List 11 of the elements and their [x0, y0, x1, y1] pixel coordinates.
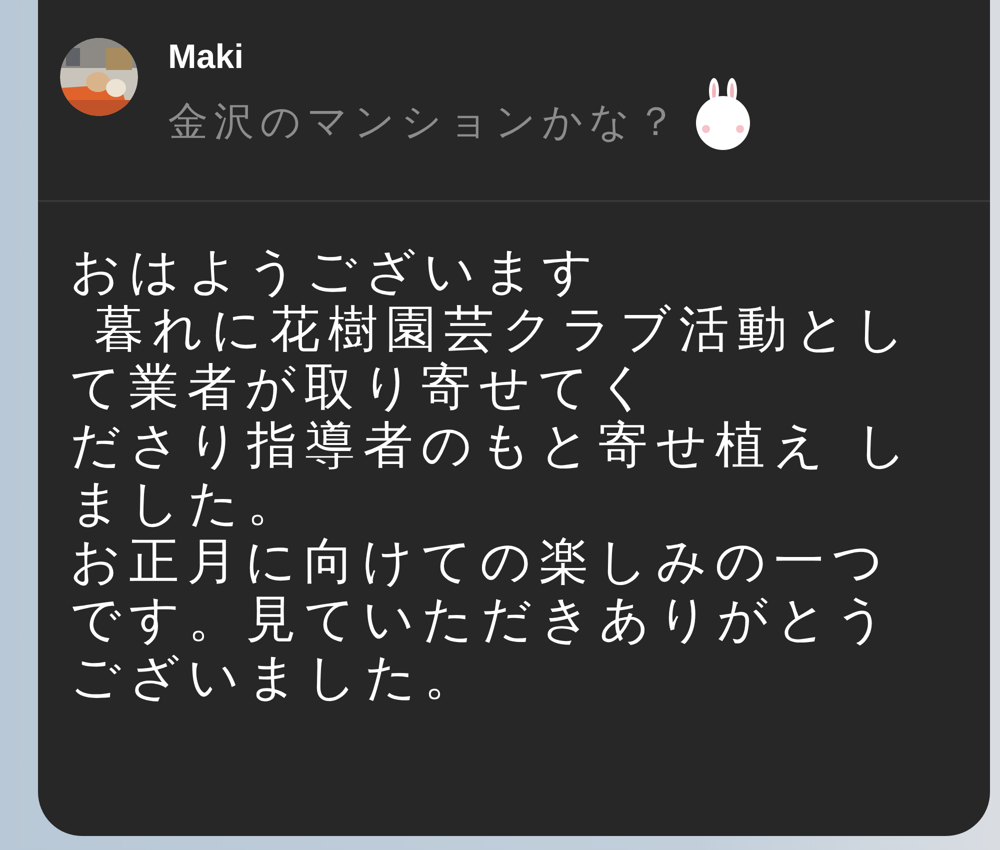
rabbit-sticker-icon [694, 77, 752, 151]
message-line: ございました。 [70, 648, 482, 706]
message-line: 暮れに花樹園芸クラブ活動とし [92, 300, 913, 358]
message-line: ださり指導者のもと寄せ植え し [70, 416, 915, 474]
message-line: て業者が取り寄せてく [70, 358, 656, 416]
sender-name: Maki [168, 38, 245, 77]
message-line: おはようございます [70, 242, 601, 300]
message-line: です。見ていただきありがとう [70, 590, 894, 648]
message-line: お正月に向けての楽しみの一つ [70, 532, 891, 590]
quoted-message: 金沢のマンションかな？ [168, 98, 682, 146]
message-line: ました。 [70, 474, 305, 532]
